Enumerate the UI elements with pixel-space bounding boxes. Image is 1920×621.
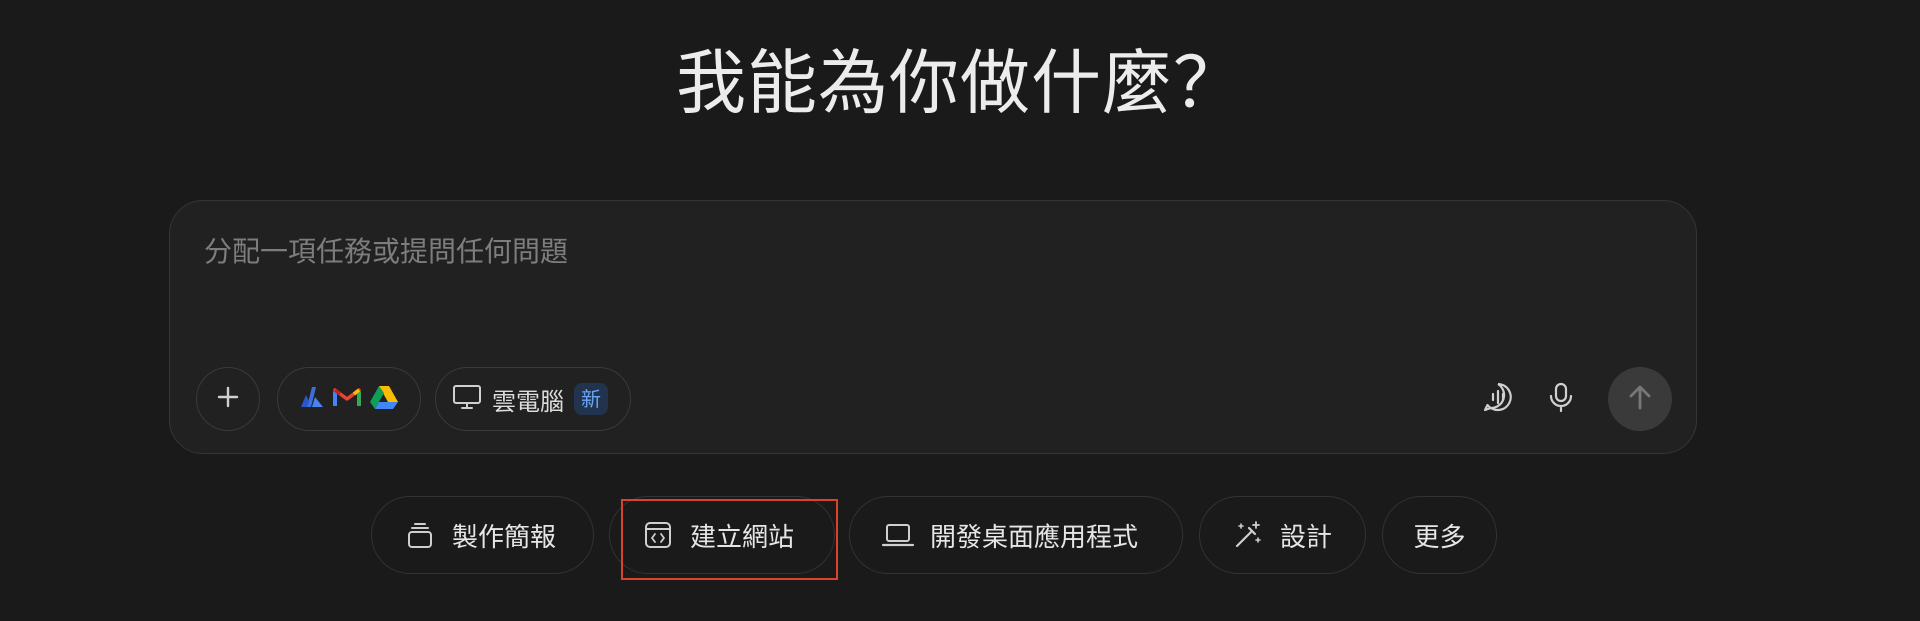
google-drive-icon (369, 384, 399, 414)
page-title: 我能為你做什麼？ (676, 42, 1244, 124)
magic-wand-icon (1230, 517, 1266, 553)
more-button[interactable]: 更多 (1382, 496, 1497, 574)
layers-icon (402, 517, 438, 553)
multi-cloud-icon (299, 385, 325, 413)
voice-waveform-icon (1482, 381, 1514, 417)
design-button[interactable]: 設計 (1199, 496, 1366, 574)
cloud-computer-label: 雲電腦 (492, 387, 564, 416)
new-badge: 新 (574, 383, 608, 415)
cloud-computer-button[interactable]: 雲電腦 新 (435, 367, 631, 431)
connectors-button[interactable] (277, 367, 421, 431)
develop-desktop-app-label: 開發桌面應用程式 (930, 522, 1139, 553)
more-label: 更多 (1413, 522, 1466, 553)
send-button[interactable] (1608, 367, 1672, 431)
gmail-icon (333, 386, 361, 412)
code-window-icon (640, 517, 676, 553)
monitor-icon (452, 383, 482, 415)
voice-chat-button[interactable] (1478, 379, 1518, 419)
design-label: 設計 (1280, 522, 1333, 553)
make-slides-button[interactable]: 製作簡報 (371, 496, 594, 574)
microphone-button[interactable] (1541, 379, 1581, 419)
arrow-up-icon (1627, 383, 1653, 415)
task-input[interactable] (204, 229, 1604, 273)
develop-desktop-app-button[interactable]: 開發桌面應用程式 (849, 496, 1183, 574)
laptop-icon (880, 517, 916, 553)
build-website-button[interactable]: 建立網站 (609, 496, 835, 574)
make-slides-label: 製作簡報 (452, 522, 557, 553)
add-attachment-button[interactable] (196, 367, 260, 431)
build-website-label: 建立網站 (690, 522, 795, 553)
task-composer: 雲電腦 新 (169, 200, 1697, 454)
plus-icon (215, 384, 241, 414)
microphone-icon (1547, 381, 1575, 417)
